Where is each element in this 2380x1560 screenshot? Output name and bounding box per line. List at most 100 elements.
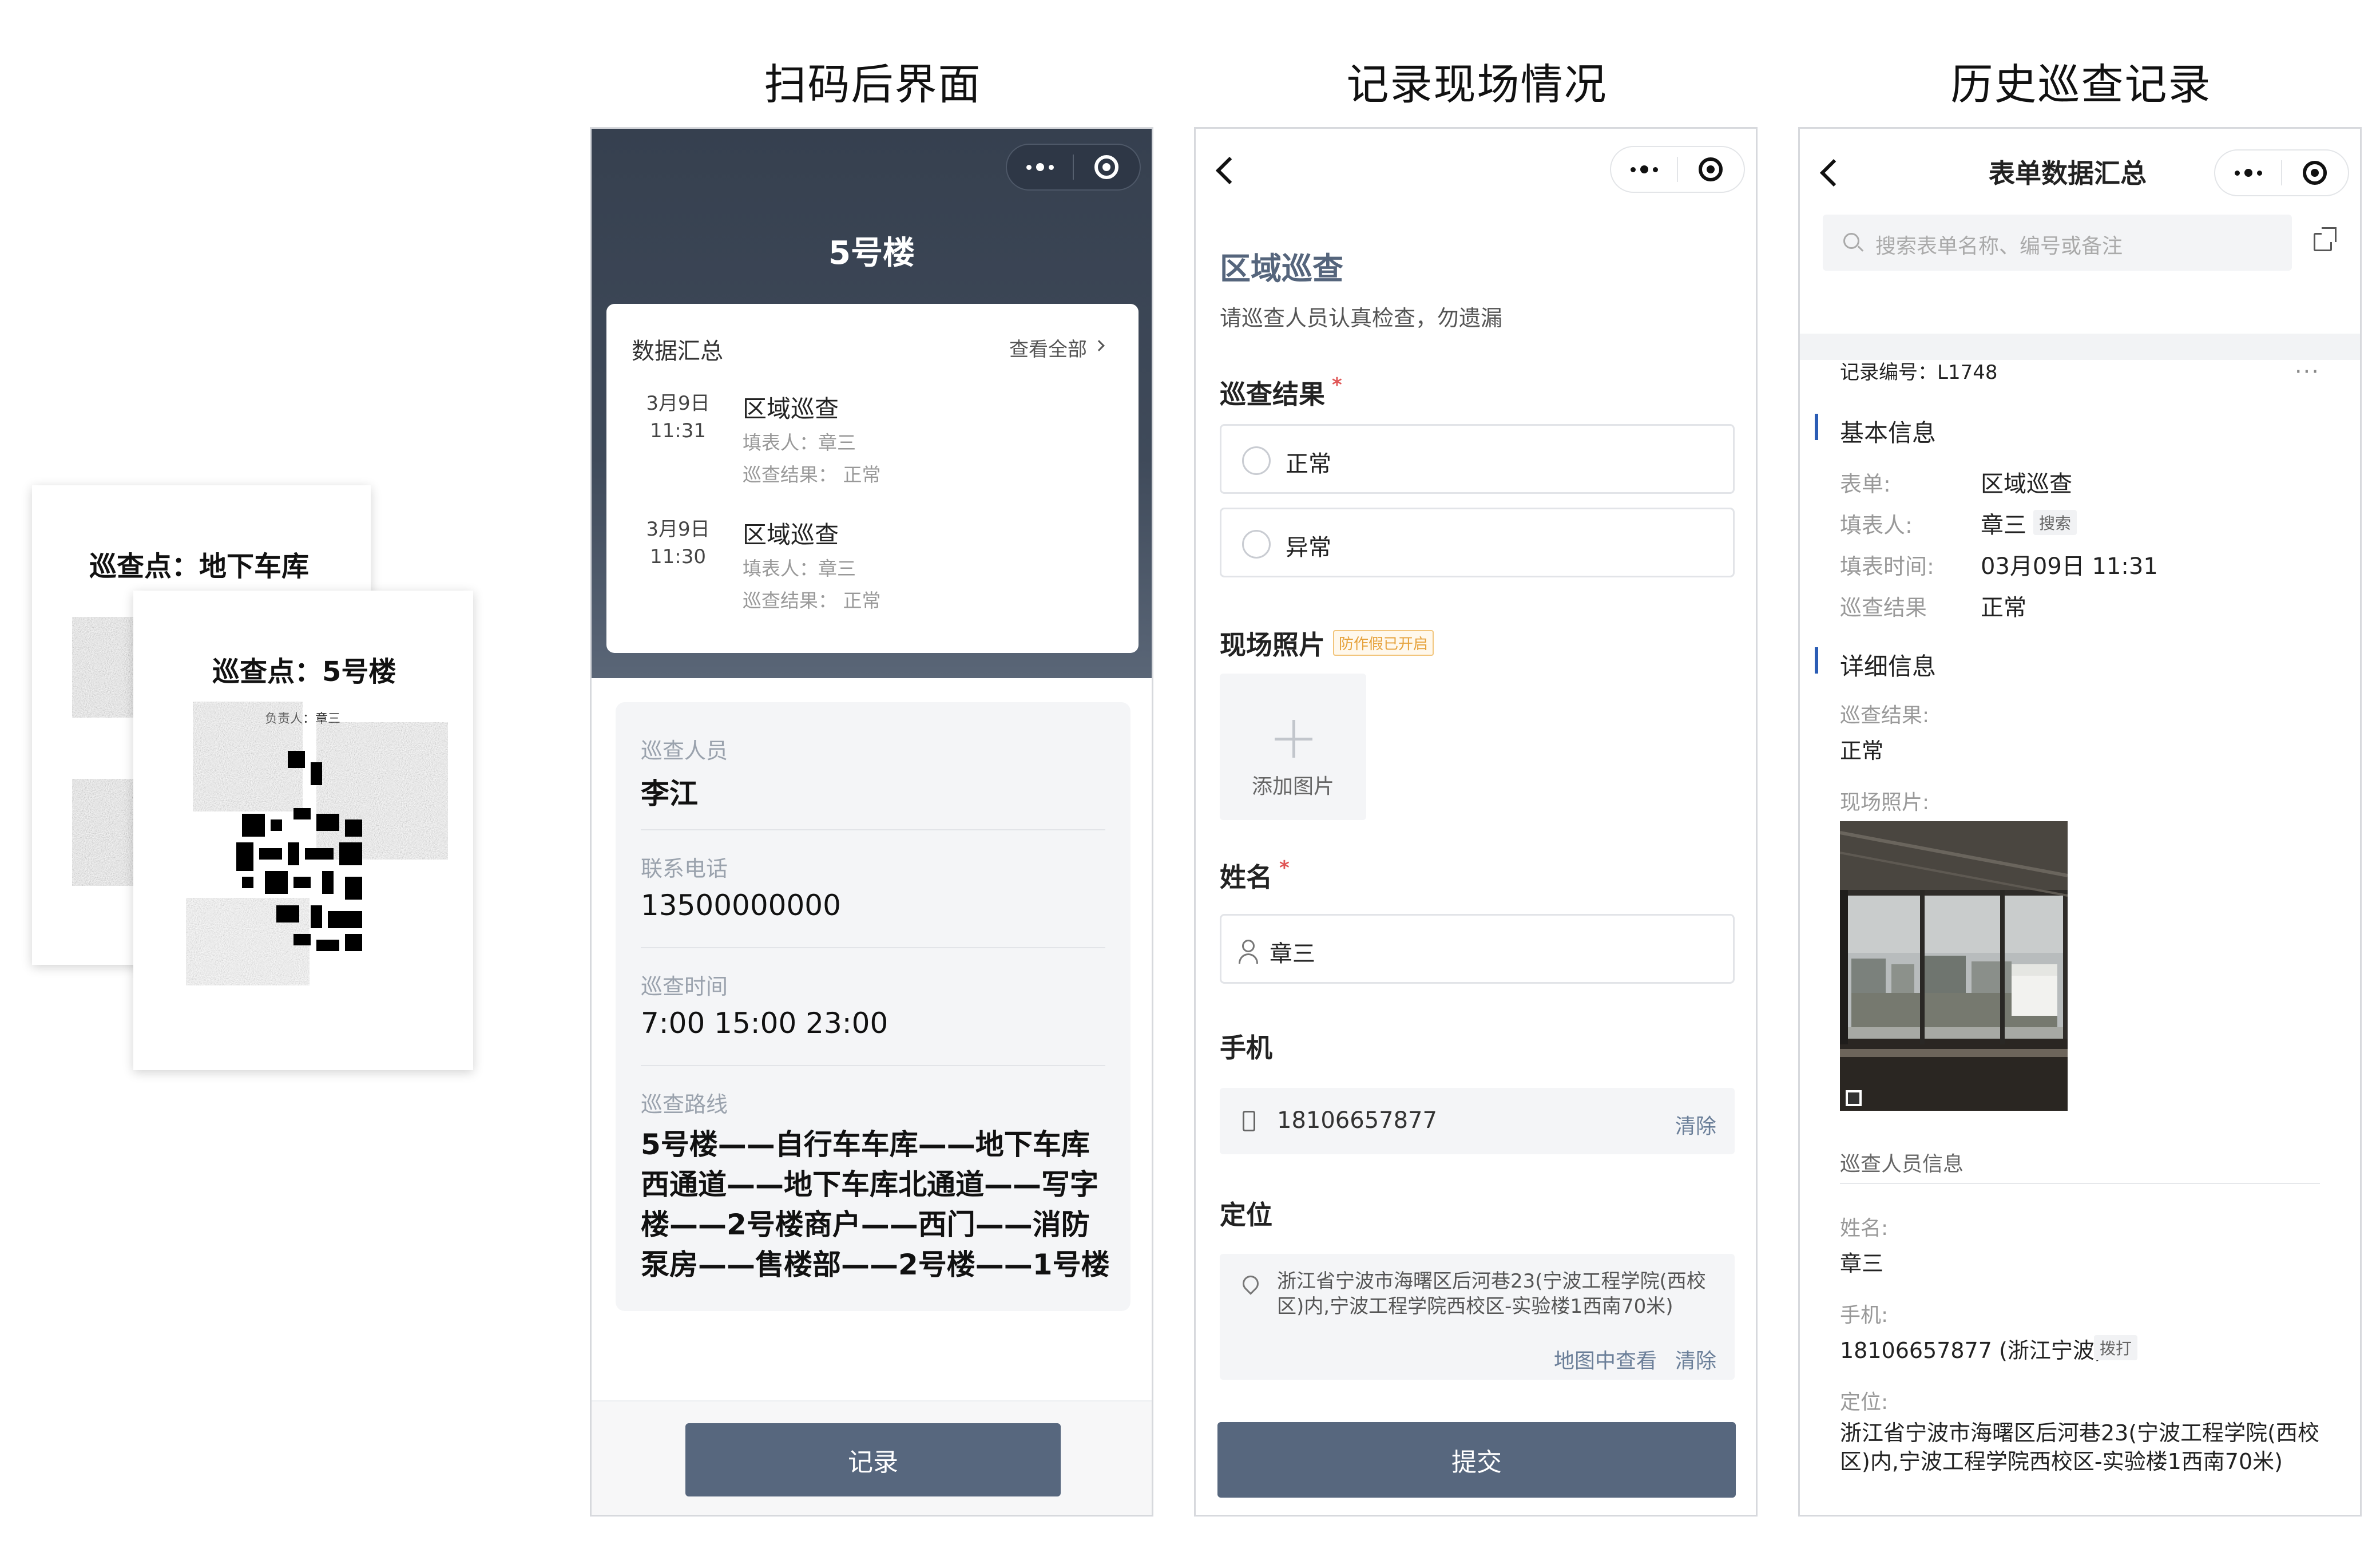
section-title-scan: 扫码后界面	[764, 60, 982, 109]
inspector-label: 巡查人员	[641, 738, 728, 763]
page-title: 5号楼	[828, 235, 915, 272]
chevron-right-icon	[1093, 340, 1105, 351]
result-key: 巡查结果	[1840, 595, 1927, 620]
location-pin-icon	[1239, 1272, 1262, 1295]
entry-time: 11:31	[650, 419, 706, 442]
more-options-icon[interactable]: ···	[2295, 359, 2320, 385]
search-input[interactable]: 搜索表单名称、编号或备注	[1823, 215, 2292, 271]
time-value: 03月09日 11:31	[1981, 553, 2158, 580]
location-value: 浙江省宁波市海曙区后河巷23(宁波工程学院(西校区)内,宁波工程学院西校区-实验…	[1840, 1420, 2320, 1474]
location-value: 浙江省宁波市海曙区后河巷23(宁波工程学院(西校区)内,宁波工程学院西校区-实验…	[1277, 1270, 1706, 1318]
radio-circle-icon	[1242, 530, 1271, 559]
divider	[641, 947, 1105, 948]
site-photo[interactable]	[1840, 821, 2068, 1111]
route-label: 巡查路线	[641, 1092, 728, 1117]
entry-date: 3月9日	[646, 518, 710, 541]
time-key: 填表时间:	[1840, 554, 1934, 579]
name-value: 章三	[1840, 1251, 1884, 1276]
view-map-button[interactable]: 地图中查看	[1554, 1344, 1657, 1374]
menu-capsule	[2214, 149, 2349, 196]
basic-info-heading: 基本信息	[1840, 419, 1937, 447]
summary-heading: 数据汇总	[632, 338, 723, 365]
filler-value: 章三	[1981, 512, 2026, 539]
bottom-action-bar: 记录	[592, 1400, 1152, 1515]
record-button[interactable]: 记录	[685, 1423, 1061, 1496]
more-icon[interactable]	[1611, 147, 1677, 192]
add-photo-label: 添加图片	[1251, 775, 1334, 798]
more-icon[interactable]	[2215, 151, 2281, 195]
time-value: 7:00 15:00 23:00	[641, 1007, 888, 1040]
name-value: 章三	[1270, 941, 1315, 967]
close-miniprogram-icon[interactable]	[1678, 147, 1744, 192]
name-key: 姓名:	[1840, 1217, 1889, 1240]
user-icon	[1242, 940, 1255, 952]
form-key: 表单:	[1840, 472, 1891, 497]
radio-option-abnormal[interactable]: 异常	[1220, 508, 1735, 577]
mobile-input[interactable]: 18106657877 清除	[1220, 1088, 1735, 1154]
poster-building-5: 巡查点：5号楼 负责人：章三	[133, 591, 473, 1070]
data-summary-card: 数据汇总 查看全部 3月9日 11:31 区域巡查 填表人：章三 巡查结果： 正…	[606, 304, 1139, 653]
poster-qr-graphic	[196, 711, 442, 980]
window-view-image	[1840, 821, 2068, 1111]
view-all-link[interactable]: 查看全部	[1009, 334, 1087, 362]
form-value: 区域巡查	[1981, 471, 2072, 497]
detail-info-heading: 详细信息	[1840, 652, 1937, 680]
result-value: 正常	[1981, 595, 2026, 621]
submit-button[interactable]: 提交	[1217, 1422, 1736, 1498]
poster-title: 巡查点：地下车库	[89, 551, 310, 583]
phone-record-form: 区域巡查 请巡查人员认真检查，勿遗漏 巡查结果 * 正常 异常 现场照片 防作假已…	[1194, 127, 1758, 1517]
clear-mobile-button[interactable]: 清除	[1675, 1110, 1716, 1139]
entry-result: 巡查结果： 正常	[743, 589, 881, 612]
close-miniprogram-icon[interactable]	[1074, 145, 1140, 189]
back-icon[interactable]	[1215, 156, 1244, 185]
entry-result: 巡查结果： 正常	[743, 464, 881, 486]
inspector-value: 李江	[641, 777, 698, 810]
photo-key: 现场照片:	[1840, 791, 1930, 814]
entry-filler: 填表人：章三	[743, 557, 856, 580]
entry-title: 区域巡查	[743, 521, 839, 549]
divider	[641, 1065, 1105, 1066]
poster-title: 巡查点：5号楼	[212, 656, 396, 688]
dial-button[interactable]: 拨打	[2094, 1335, 2138, 1360]
mobile-phone-icon	[1243, 1111, 1255, 1131]
section-title-record: 记录现场情况	[1346, 60, 1608, 109]
name-input[interactable]: 章三	[1220, 914, 1735, 984]
search-tag-button[interactable]: 搜索	[2033, 510, 2077, 535]
entry-date: 3月9日	[646, 392, 710, 415]
search-placeholder: 搜索表单名称、编号或备注	[1875, 235, 2123, 258]
phone-label: 联系电话	[641, 856, 728, 881]
menu-capsule	[1006, 144, 1141, 191]
divider	[641, 829, 1105, 830]
detail-result-value: 正常	[1840, 738, 1884, 763]
radio-option-normal[interactable]: 正常	[1220, 424, 1735, 494]
detail-result-key: 巡查结果:	[1840, 704, 1930, 727]
mobile-field-label: 手机	[1220, 1032, 1272, 1063]
phone-value[interactable]: 13500000000	[641, 889, 841, 922]
location-field: 浙江省宁波市海曙区后河巷23(宁波工程学院(西校区)内,宁波工程学院西校区-实验…	[1220, 1254, 1735, 1380]
add-photo-button[interactable]: 添加图片	[1220, 674, 1366, 820]
entry-filler: 填表人：章三	[743, 431, 856, 454]
section-title-history: 历史巡查记录	[1950, 60, 2212, 109]
photo-field-label: 现场照片	[1220, 629, 1325, 660]
clear-location-button[interactable]: 清除	[1675, 1344, 1716, 1374]
result-field-label: 巡查结果 *	[1220, 374, 1342, 410]
more-icon[interactable]	[1007, 145, 1073, 189]
name-field-label: 姓名 *	[1220, 857, 1290, 893]
radio-label: 正常	[1286, 451, 1331, 477]
radio-label: 异常	[1286, 534, 1331, 561]
menu-capsule	[1610, 146, 1745, 193]
section-bar	[1815, 647, 1818, 674]
phone-history-records: 表单数据汇总 搜索表单名称、编号或备注 记录编号：L1748 ··· 基本信息 …	[1798, 127, 2362, 1517]
entry-title: 区域巡查	[743, 395, 839, 423]
divider	[1840, 1183, 2320, 1184]
radio-circle-icon	[1242, 446, 1271, 475]
mobile-value[interactable]: 18106657877 (浙江宁波)	[1840, 1333, 2103, 1364]
inspector-info-heading: 巡查人员信息	[1840, 1153, 1964, 1176]
close-miniprogram-icon[interactable]	[2282, 151, 2348, 195]
anti-fake-badge: 防作假已开启	[1333, 630, 1434, 656]
location-field-label: 定位	[1220, 1199, 1272, 1230]
phone-scan-result: 5号楼 数据汇总 查看全部 3月9日 11:31 区域巡查 填表人：章三 巡查结…	[590, 127, 1153, 1517]
form-title: 区域巡查	[1220, 251, 1343, 287]
route-value: 5号楼——自行车车库——地下车库西通道——地下车库北通道——写字楼——2号楼商户…	[641, 1128, 1110, 1281]
filler-key: 填表人:	[1840, 513, 1913, 538]
